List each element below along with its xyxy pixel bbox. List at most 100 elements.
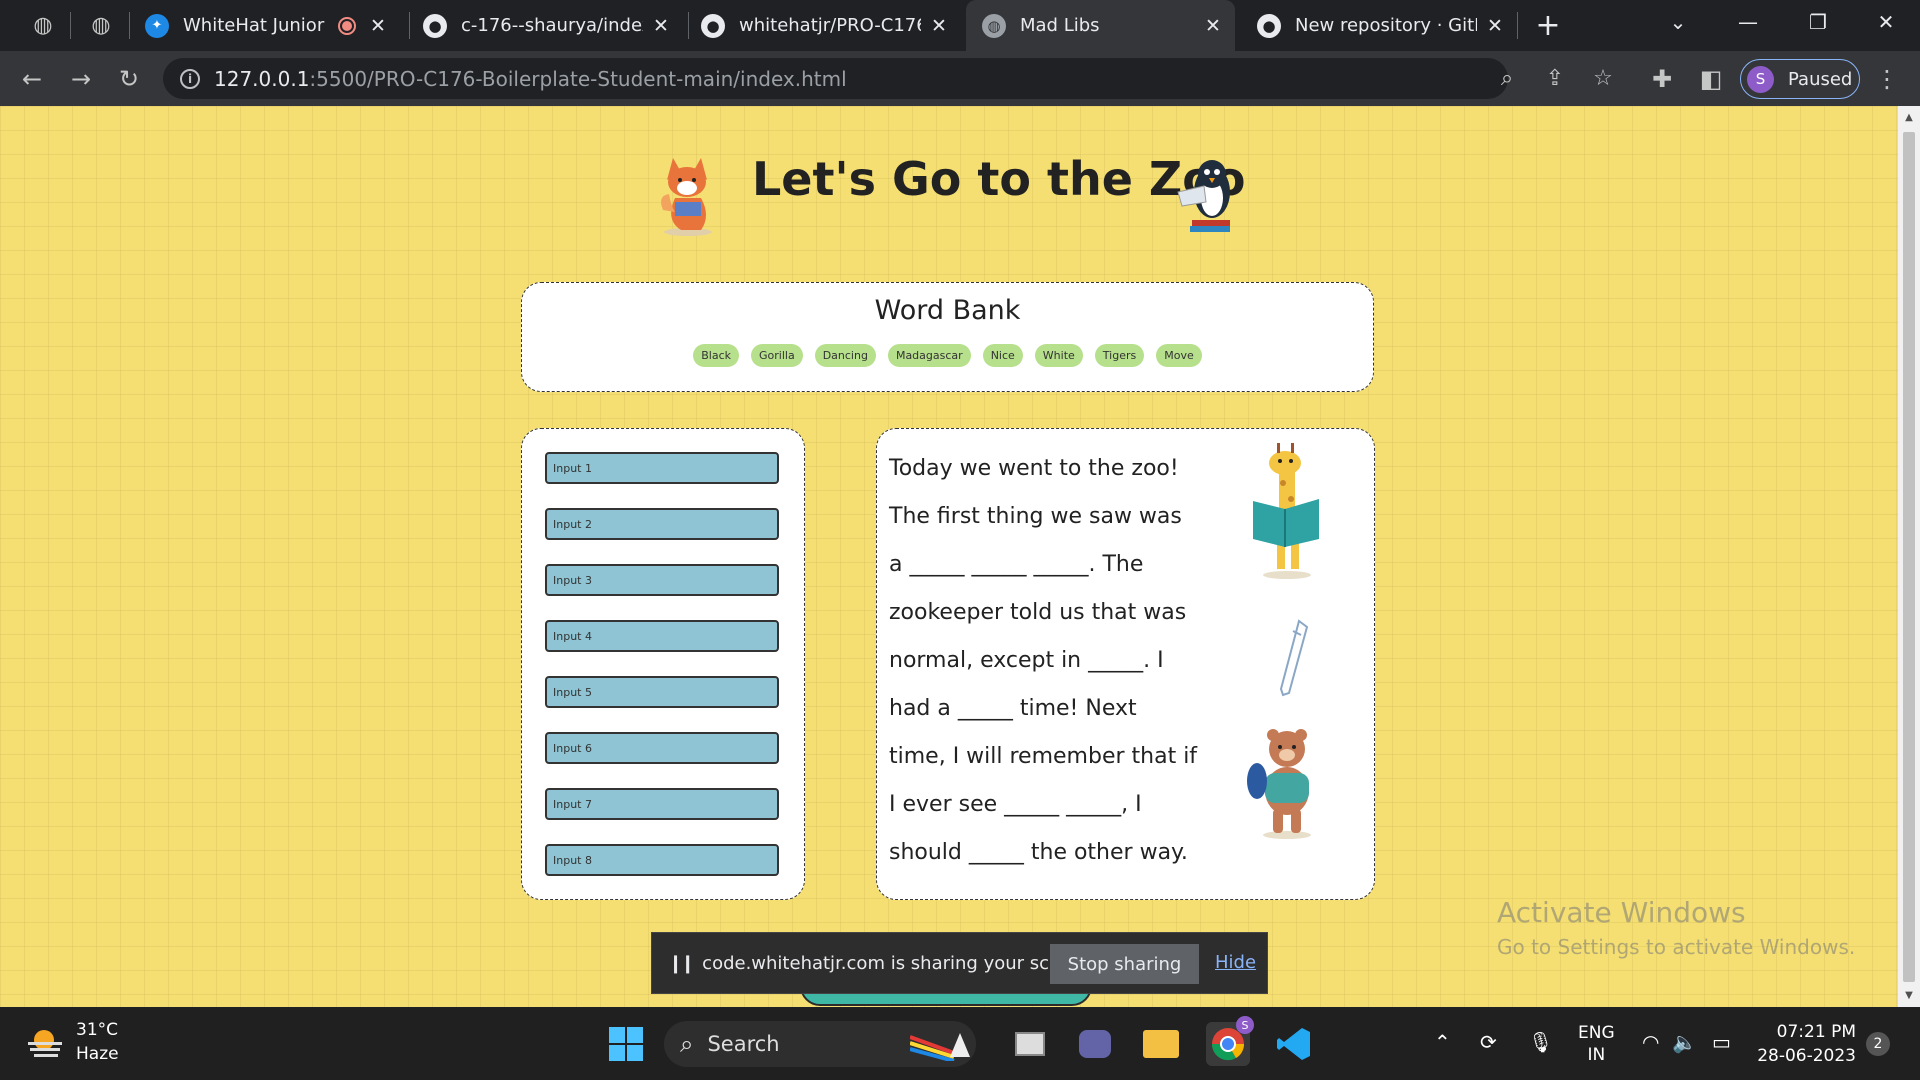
weather-widget[interactable]: 31°C Haze	[26, 1020, 119, 1064]
close-tab-icon[interactable]: ✕	[649, 15, 673, 37]
input-6-field[interactable]: Input 6	[545, 732, 779, 764]
tab-search-icon[interactable]: ⌄	[1650, 0, 1706, 44]
chrome-icon[interactable]: S	[1206, 1016, 1254, 1066]
bookmark-star-icon[interactable]: ☆	[1586, 61, 1620, 95]
input-3-field[interactable]: Input 3	[545, 564, 779, 596]
github-icon: ●	[701, 13, 725, 38]
tab-title: WhiteHat Junior	[183, 15, 325, 36]
url-text[interactable]: 127.0.0.1:5500/PRO-C176-Boilerplate-Stud…	[214, 67, 847, 91]
penguin-reading-image	[1177, 160, 1230, 232]
show-hidden-icons-icon[interactable]: ⌃	[1434, 1030, 1451, 1054]
teams-chat-icon[interactable]	[1073, 1022, 1117, 1066]
weather-condition: Haze	[76, 1044, 119, 1064]
word-chip: Black	[693, 344, 740, 367]
recording-icon	[338, 16, 356, 35]
tab-whitehat-junior[interactable]: ✦ WhiteHat Junior ✕	[145, 0, 390, 51]
menu-icon[interactable]: ⋮	[1870, 62, 1904, 96]
restore-icon[interactable]: ❐	[1790, 0, 1846, 44]
rainbow-search-highlight-icon	[910, 1033, 970, 1061]
close-tab-icon[interactable]: ✕	[366, 15, 390, 37]
page-title: Let's Go to the Zoo	[752, 152, 1246, 206]
windows-start-icon[interactable]	[604, 1022, 648, 1066]
input-4-field[interactable]: Input 4	[545, 620, 779, 652]
word-chip: Madagascar	[887, 344, 971, 367]
close-tab-icon[interactable]: ✕	[1201, 15, 1225, 37]
avatar: S	[1747, 65, 1774, 93]
word-chip: Tigers	[1094, 344, 1145, 367]
microphone-icon[interactable]: 🎙	[1528, 1030, 1553, 1054]
share-message: code.whitehatjr.com is sharing your scre…	[702, 952, 1096, 974]
input-7-field[interactable]: Input 7	[545, 788, 779, 820]
close-tab-icon[interactable]: ✕	[927, 15, 951, 37]
activate-windows-title: Activate Windows	[1497, 896, 1746, 929]
stop-sharing-button[interactable]: Stop sharing	[1050, 944, 1199, 984]
scroll-down-icon[interactable]: ▼	[1898, 990, 1920, 1001]
zoom-icon[interactable]: ⌕	[1490, 61, 1524, 95]
file-explorer-icon[interactable]	[1139, 1022, 1183, 1066]
word-chip: White	[1034, 344, 1083, 367]
browser-tab-strip: ◍ ◍ ✦ WhiteHat Junior ✕ ● c-176--shaurya…	[0, 0, 1920, 51]
vscode-icon[interactable]	[1272, 1022, 1316, 1066]
github-icon: ●	[1257, 13, 1281, 38]
windows-taskbar: 31°C Haze ⌕ Search S ⌃ ⟳ 🎙 ENG IN ◠ 🔈 ▭ …	[0, 1008, 1920, 1080]
close-window-icon[interactable]: ✕	[1858, 0, 1914, 44]
word-chip: Nice	[982, 344, 1023, 367]
address-bar[interactable]: i 127.0.0.1:5500/PRO-C176-Boilerplate-St…	[163, 58, 1613, 99]
input-2-field[interactable]: Input 2	[545, 508, 779, 540]
language-indicator[interactable]: ENG IN	[1578, 1022, 1615, 1066]
tab-mad-libs[interactable]: ◍ Mad Libs ✕	[966, 0, 1235, 51]
wifi-icon[interactable]: ◠	[1642, 1030, 1659, 1054]
close-tab-icon[interactable]: ✕	[1483, 15, 1507, 37]
word-bank-card: Word Bank Black Gorilla Dancing Madagasc…	[521, 282, 1374, 392]
input-5-field[interactable]: Input 5	[545, 676, 779, 708]
github-icon: ●	[423, 13, 447, 38]
clock-time: 07:21 PM	[1776, 1022, 1856, 1042]
chrome-profile-badge: S	[1236, 1016, 1254, 1034]
task-view-icon[interactable]	[1008, 1022, 1052, 1066]
tab-title: New repository · GitHu	[1295, 15, 1477, 36]
story-text: Today we went to the zoo! The first thin…	[889, 456, 1198, 865]
minimize-icon[interactable]: —	[1720, 0, 1776, 44]
tab-pinned-1[interactable]: ◍	[22, 0, 64, 51]
whitehat-icon: ✦	[145, 13, 169, 38]
scroll-up-icon[interactable]: ▲	[1898, 112, 1920, 123]
tab-c176-shaurya[interactable]: ● c-176--shaurya/index.h ✕	[423, 0, 673, 51]
forward-icon[interactable]: →	[64, 62, 98, 96]
sync-icon[interactable]: ⟳	[1480, 1030, 1497, 1054]
share-icon[interactable]: ⇪	[1538, 61, 1572, 95]
giraffe-reading-image	[1253, 443, 1319, 579]
tab-title: whitehatjr/PRO-C176-B	[739, 15, 921, 36]
profile-status: Paused	[1788, 68, 1853, 90]
search-icon: ⌕	[680, 1030, 694, 1058]
site-info-icon[interactable]: i	[180, 68, 200, 89]
extensions-icon[interactable]: ✚	[1645, 62, 1679, 96]
scrollbar-thumb[interactable]	[1903, 132, 1915, 982]
notification-badge[interactable]: 2	[1866, 1032, 1890, 1056]
word-bank-heading: Word Bank	[874, 295, 1021, 326]
page-scrollbar[interactable]: ▲ ▼	[1898, 106, 1920, 1007]
input-1-field[interactable]: Input 1	[545, 452, 779, 484]
hide-link[interactable]: Hide	[1215, 952, 1256, 973]
tab-title: Mad Libs	[1020, 15, 1100, 36]
word-chip: Move	[1156, 344, 1202, 367]
tab-pinned-2[interactable]: ◍	[80, 0, 122, 51]
clock-date: 28-06-2023	[1757, 1046, 1856, 1066]
input-8-field[interactable]: Input 8	[545, 844, 779, 876]
tab-new-repository[interactable]: ● New repository · GitHu ✕	[1257, 0, 1507, 51]
word-chip: Gorilla	[751, 344, 803, 367]
battery-icon[interactable]: ▭	[1712, 1030, 1731, 1054]
back-icon[interactable]: ←	[15, 62, 49, 96]
profile-button[interactable]: S Paused	[1740, 59, 1860, 99]
inputs-card: Input 1 Input 2 Input 3 Input 4 Input 5 …	[521, 428, 805, 900]
screen-share-bar: ❙❙ code.whitehatjr.com is sharing your s…	[651, 932, 1268, 994]
pencil-image	[1279, 619, 1309, 697]
system-clock[interactable]: 07:21 PM 28-06-2023	[1750, 1020, 1856, 1068]
volume-icon[interactable]: 🔈	[1672, 1030, 1697, 1054]
taskbar-search[interactable]: ⌕ Search	[664, 1021, 976, 1067]
new-tab-button[interactable]: +	[1530, 0, 1566, 51]
reload-icon[interactable]: ↻	[112, 62, 146, 96]
tab-whitehatjr-pro[interactable]: ● whitehatjr/PRO-C176-B ✕	[701, 0, 951, 51]
side-panel-icon[interactable]: ◧	[1694, 62, 1728, 96]
tab-title: c-176--shaurya/index.h	[461, 15, 643, 36]
fox-reading-image	[661, 158, 712, 236]
